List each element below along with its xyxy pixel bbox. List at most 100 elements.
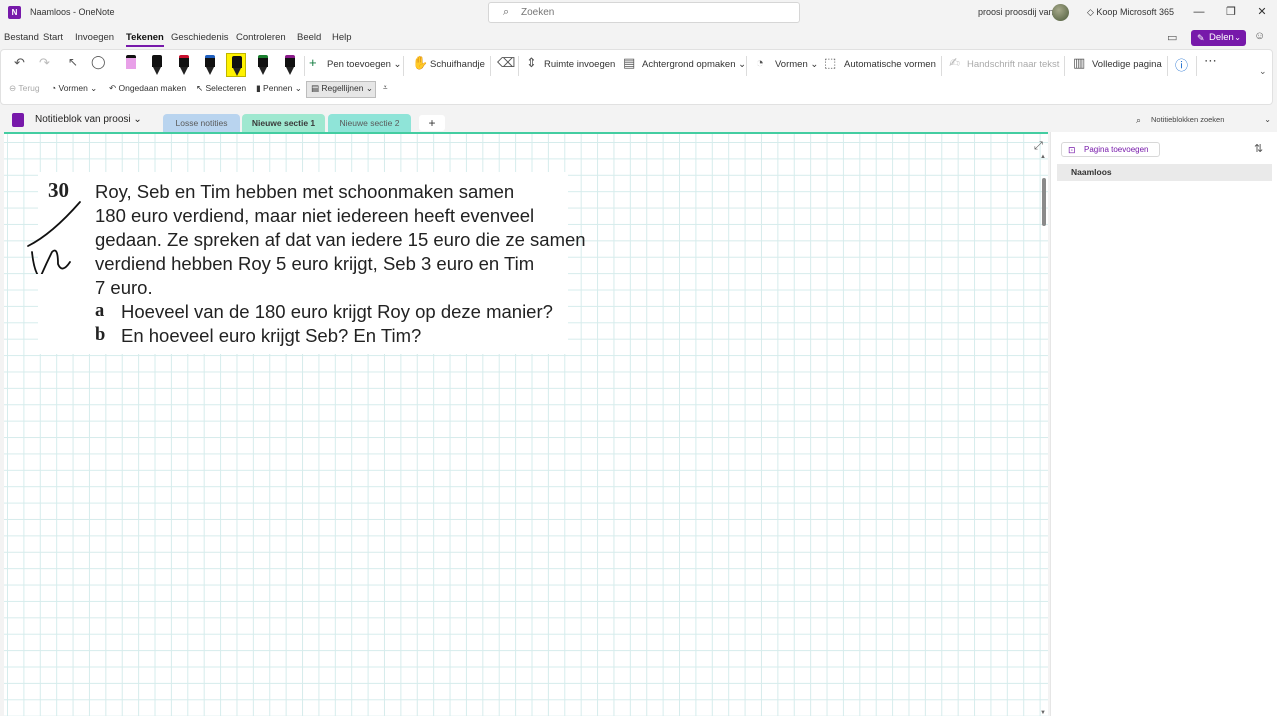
add-section-button[interactable]: + [419,115,445,131]
buy-microsoft-365-link[interactable]: ◇ Koop Microsoft 365 [1087,7,1174,18]
lasso-select-icon[interactable]: ↖ [68,55,78,69]
question-text: Hoeveel van de 180 euro krijgt Roy op de… [121,301,553,322]
handwritten-ink[interactable] [24,194,94,274]
shapes-small-button[interactable]: ◔ Vormen ⌄ [51,83,97,94]
feedback-icon[interactable]: ☺ [1254,30,1265,42]
user-name[interactable]: proosi proosdij van [978,7,1054,17]
lasso-icon[interactable]: ◯ [91,54,106,70]
ribbon: ↶ ↷ ↖ ◯ + Pen toevoegen ⌄ ✋ Schuifhandje… [0,49,1273,105]
pens-button[interactable]: ▮ Pennen ⌄ [256,83,302,94]
scroll-thumb[interactable] [1042,178,1046,226]
pen-body [285,55,295,67]
menu-bar: Bestand Start Invoegen Tekenen Geschiede… [0,30,1277,47]
expand-icon[interactable]: ⤢ [1034,140,1043,153]
buy-label: Koop Microsoft 365 [1096,7,1174,17]
scroll-down-icon[interactable]: ▼ [1040,710,1046,716]
pen-7[interactable] [280,53,300,77]
full-page-button[interactable]: Volledige pagina [1092,59,1162,70]
avatar[interactable] [1052,4,1069,21]
insert-space-icon: ⇕ [526,55,537,70]
notebook-selector[interactable]: Notitieblok van proosi ⌄ [35,114,142,125]
menu-beeld[interactable]: Beeld [297,32,321,43]
auto-shapes-button[interactable]: Automatische vormen [844,59,936,70]
pen-2[interactable] [147,53,167,77]
share-label: Delen [1209,32,1234,43]
minimize-button[interactable]: — [1184,3,1214,21]
add-page-button[interactable]: ⊡ Pagina toevoegen [1061,142,1160,157]
chevron-down-icon[interactable]: ⌄ [1234,30,1241,46]
add-pen-icon: + [309,55,317,70]
exercise-image[interactable]: 30 Roy, Seb en Tim hebben met schoonmake… [27,172,586,354]
notebook-search[interactable]: ⌕ Notitieblokken zoeken ⌄ [1131,112,1275,128]
pen-4[interactable] [200,53,220,77]
menu-geschiedenis[interactable]: Geschiedenis [171,32,229,43]
shapes-small-label: Vormen [58,83,88,93]
title-bar: N Naamloos - OneNote ⌕ proosi proosdij v… [0,0,1277,26]
pen-3[interactable] [174,53,194,77]
pen-body [205,55,215,67]
onenote-logo-icon: N [8,6,21,19]
select-label: Selecteren [205,83,247,93]
notebook-search-label: Notitieblokken zoeken [1151,115,1225,124]
add-pen-button[interactable]: Pen toevoegen ⌄ [327,59,402,70]
pen-1[interactable] [121,53,141,77]
exercise-line: Roy, Seb en Tim hebben met schoonmaken s… [95,181,515,202]
help-icon[interactable]: ⓘ [1175,55,1188,74]
scroll-up-icon[interactable]: ▲ [1040,154,1046,160]
menu-tekenen[interactable]: Tekenen [126,32,164,47]
menu-help[interactable]: Help [332,32,352,43]
tab-nieuwe-sectie-1[interactable]: Nieuwe sectie 1 [242,114,325,132]
search-box[interactable]: ⌕ [488,2,800,23]
menu-controleren[interactable]: Controleren [236,32,286,43]
tab-losse-notities[interactable]: Losse notities [163,114,240,132]
insert-space-button[interactable]: Ruimte invoegen [544,59,615,70]
restore-button[interactable]: ❐ [1216,3,1246,21]
vertical-scrollbar[interactable]: ▲ ▼ [1040,154,1048,716]
back-button[interactable]: ⊖ Terug [9,83,40,94]
notes-icon[interactable]: ▭ [1167,31,1177,44]
sort-icon[interactable]: ⇅ [1254,142,1263,155]
hand-tool-button[interactable]: Schuifhandje [430,59,485,70]
question-letter: b [95,325,106,345]
redo-icon[interactable]: ↷ [39,55,50,71]
share-button[interactable]: ✎ Delen ⌄ [1191,30,1246,46]
customize-toolbar-icon[interactable]: ⩡ [383,83,388,93]
search-input[interactable] [521,5,781,20]
pen-body [179,55,189,67]
shapes-icon: ◔ [756,55,764,70]
collapse-ribbon-icon[interactable]: ⌄ [1259,66,1267,77]
search-icon: ⌕ [1136,115,1142,125]
pen-body [232,56,242,68]
pen-tip [206,67,214,75]
section-bar: Notitieblok van proosi ⌄ Losse notities … [0,110,1277,132]
select-button[interactable]: ↖ Selecteren [196,83,246,94]
undo-button[interactable]: ↶ Ongedaan maken [109,83,186,94]
close-button[interactable]: ✕ [1247,3,1277,21]
ink-to-text-button[interactable]: Handschrift naar tekst [967,59,1059,70]
menu-bestand[interactable]: Bestand [4,32,39,43]
format-background-button[interactable]: Achtergrond opmaken ⌄ [642,59,746,70]
page-item[interactable]: Naamloos [1057,164,1272,181]
share-icon: ✎ [1197,33,1205,43]
auto-shapes-icon: ⬚ [824,55,837,70]
pen-tip [286,67,294,75]
menu-invoegen[interactable]: Invoegen [75,32,114,43]
exercise-line: gedaan. Ze spreken af dat van iedere 15 … [95,229,586,250]
full-page-icon: ▥ [1073,55,1086,70]
document-title: Naamloos - OneNote [30,7,115,17]
page-canvas[interactable]: ⤢ ▲ ▼ 30 Roy, Seb en Tim hebben met scho… [4,132,1048,716]
eraser-icon[interactable]: ⌫ [497,55,515,71]
diamond-icon: ◇ [1087,7,1097,17]
pen-6[interactable] [253,53,273,77]
more-options-icon[interactable]: ⋯ [1204,53,1217,69]
undo-icon[interactable]: ↶ [14,55,25,71]
tab-nieuwe-sectie-2[interactable]: Nieuwe sectie 2 [328,114,411,132]
shapes-label: Vormen [775,59,808,70]
pen-5[interactable] [226,53,246,77]
pen-tip [180,67,188,75]
chevron-down-icon[interactable]: ⌄ [1264,112,1271,128]
menu-start[interactable]: Start [43,32,63,43]
rule-lines-button[interactable]: ▤ Regellijnen ⌄ [306,81,376,98]
shapes-button[interactable]: Vormen ⌄ [775,59,818,70]
undo-label: Ongedaan maken [118,83,187,93]
